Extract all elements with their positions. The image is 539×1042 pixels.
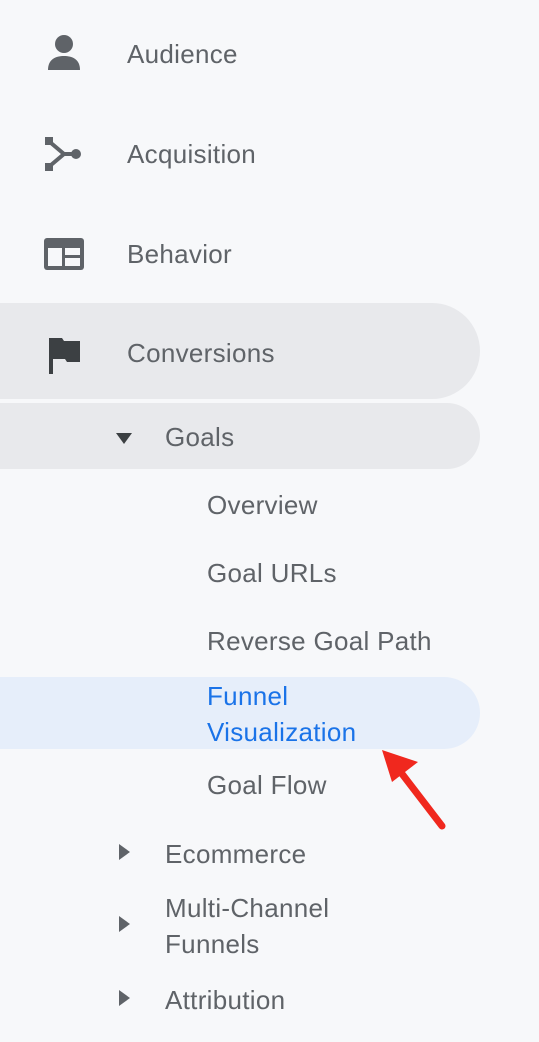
flag-icon	[49, 338, 80, 374]
nav-section-multi-channel-funnels[interactable]: Multi-Channel Funnels	[0, 888, 480, 960]
nav-leaf-overview[interactable]: Overview	[0, 472, 480, 540]
person-icon	[48, 35, 80, 70]
nav-section-label: Multi-Channel Funnels	[165, 893, 330, 959]
nav-section-label: Ecommerce	[165, 839, 307, 869]
nav-item-conversions[interactable]: Conversions	[0, 303, 480, 399]
nav-item-label: Acquisition	[127, 139, 257, 169]
caret-right-icon	[119, 844, 130, 860]
nav-item-label: Behavior	[127, 239, 233, 269]
nav-section-label: Attribution	[165, 985, 286, 1015]
nav-section-label: Goals	[165, 422, 235, 452]
nav-leaf-reverse-goal-path[interactable]: Reverse Goal Path	[0, 608, 480, 676]
nav-item-label: Conversions	[127, 338, 275, 368]
nav-leaf-label: Goal URLs	[207, 558, 337, 588]
nav-leaf-funnel-visualization[interactable]: Funnel Visualization	[0, 677, 480, 749]
nav-section-attribution[interactable]: Attribution	[0, 966, 480, 1032]
nav-item-audience[interactable]: Audience	[0, 4, 480, 100]
nav-leaf-goal-urls[interactable]: Goal URLs	[0, 540, 480, 608]
sidebar-nav: Audience Acquisition Behavior Conversion…	[0, 0, 539, 1042]
nav-section-goals[interactable]: Goals	[0, 403, 480, 469]
caret-down-icon	[116, 433, 132, 444]
annotation-arrow-icon	[382, 750, 446, 830]
nav-leaf-label: Goal Flow	[207, 770, 327, 800]
nav-item-label: Audience	[127, 39, 238, 69]
caret-right-icon	[119, 916, 130, 932]
behavior-icon	[44, 238, 84, 270]
acquisition-icon	[45, 137, 81, 171]
nav-leaf-label: Funnel Visualization	[207, 681, 357, 747]
nav-item-acquisition[interactable]: Acquisition	[0, 104, 480, 200]
nav-leaf-label: Overview	[207, 490, 318, 520]
nav-leaf-label: Reverse Goal Path	[207, 626, 432, 656]
nav-item-behavior[interactable]: Behavior	[0, 204, 480, 300]
caret-right-icon	[119, 990, 130, 1006]
